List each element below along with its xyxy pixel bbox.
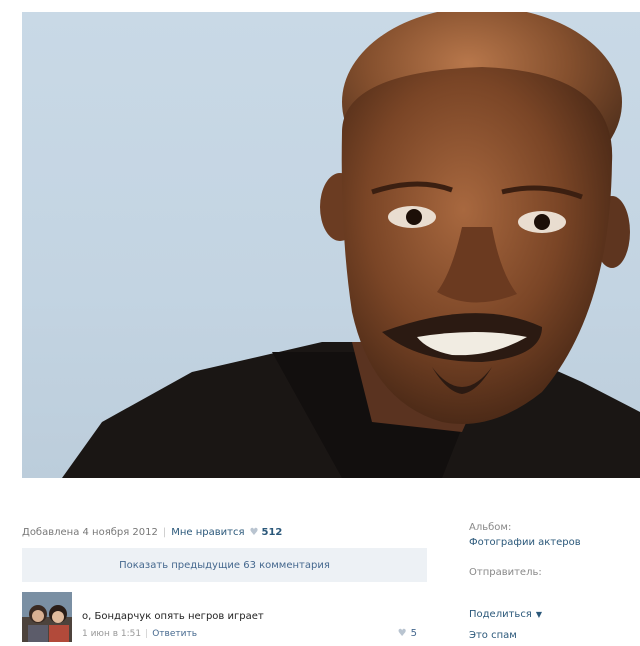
avatar[interactable] xyxy=(22,592,72,642)
comment-text: о, Бондарчук опять негров играет xyxy=(82,611,264,622)
sender-label: Отправитель: xyxy=(469,567,542,578)
album-link[interactable]: Фотографии актеров xyxy=(469,537,634,548)
like-button[interactable]: Мне нравится xyxy=(171,527,244,538)
comment: о, Бондарчук опять негров играет 1 июн в… xyxy=(22,592,427,642)
comment-time[interactable]: 1 июн в 1:51 xyxy=(82,629,141,639)
show-previous-label: Показать предыдущие 63 комментария xyxy=(119,559,330,571)
date-added: Добавлена 4 ноября 2012 xyxy=(22,527,158,538)
heart-icon[interactable]: ♥ xyxy=(250,527,259,538)
show-previous-comments-button[interactable]: Показать предыдущие 63 комментария xyxy=(22,548,427,582)
report-spam-link[interactable]: Это спам xyxy=(469,630,517,641)
album-label: Альбом: xyxy=(469,522,512,533)
comment-meta: 1 июн в 1:51 | Ответить xyxy=(82,629,197,639)
share-label: Поделиться xyxy=(469,609,532,620)
reply-link[interactable]: Ответить xyxy=(152,629,197,639)
avatar-image xyxy=(22,592,72,642)
main-photo[interactable] xyxy=(22,12,640,478)
comment-like-button[interactable]: ♥ 5 xyxy=(398,628,417,639)
share-button[interactable]: Поделиться ▼ xyxy=(469,609,542,620)
photo-meta: Добавлена 4 ноября 2012 | Мне нравится ♥ 512 xyxy=(22,527,282,538)
photo-sidebar: Альбом: Фотографии актеров Отправитель: … xyxy=(469,522,634,641)
portrait-photo-image xyxy=(62,12,640,478)
separator: | xyxy=(162,527,167,538)
comment-like-count: 5 xyxy=(410,628,417,639)
separator: | xyxy=(145,629,149,639)
like-count[interactable]: 512 xyxy=(261,527,282,538)
heart-icon: ♥ xyxy=(397,628,407,639)
chevron-down-icon: ▼ xyxy=(535,610,542,619)
